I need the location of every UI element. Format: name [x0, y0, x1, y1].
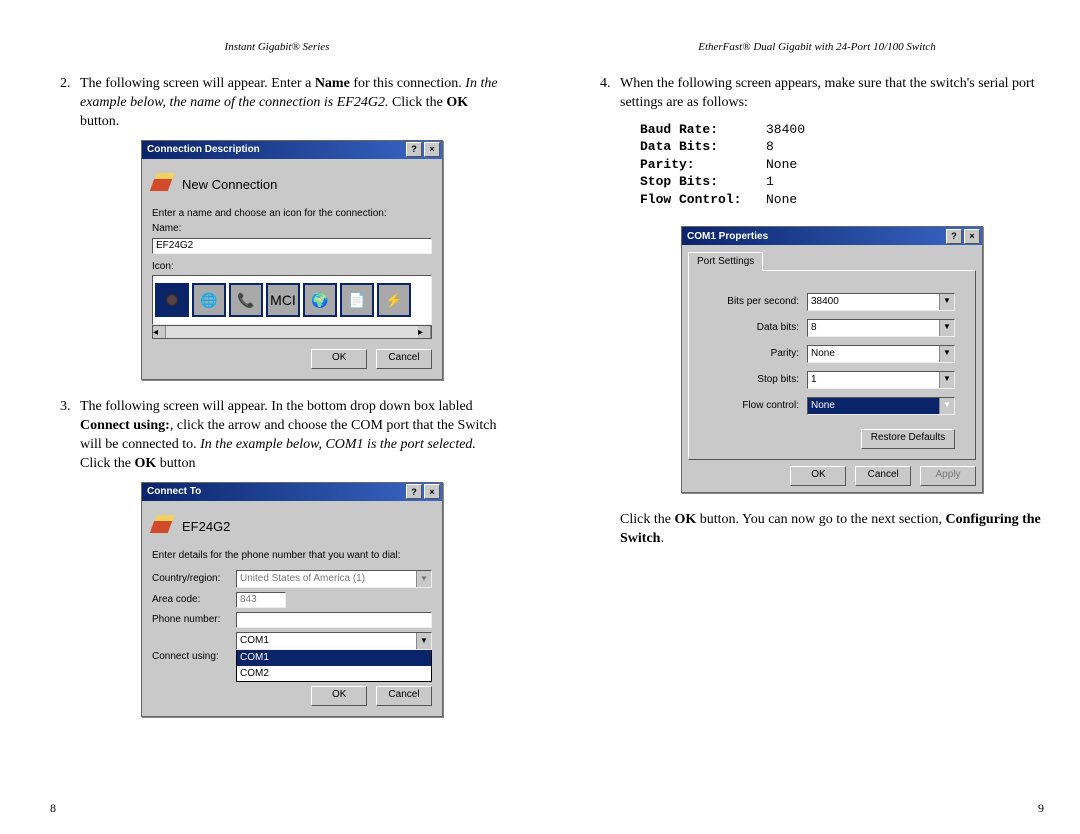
- spec-value: 38400: [766, 122, 805, 137]
- restore-defaults-button[interactable]: Restore Defaults: [861, 429, 955, 449]
- country-label: Country/region:: [152, 572, 236, 586]
- connection-name: EF24G2: [182, 518, 230, 536]
- running-head-left: Instant Gigabit® Series: [50, 40, 504, 55]
- dropdown-option[interactable]: COM1: [237, 650, 431, 666]
- ok-button[interactable]: OK: [311, 349, 367, 369]
- dropdown-option[interactable]: COM2: [237, 666, 431, 682]
- flowcontrol-select[interactable]: None▼: [807, 397, 955, 415]
- cancel-button[interactable]: Cancel: [855, 466, 911, 486]
- conn-icon-option[interactable]: 🌐: [192, 283, 226, 317]
- step-4: When the following screen appears, make …: [614, 75, 1044, 549]
- spec-value: None: [766, 157, 797, 172]
- close-icon[interactable]: ×: [964, 229, 980, 244]
- tab-port-settings[interactable]: Port Settings: [688, 252, 763, 271]
- chevron-down-icon[interactable]: ▼: [939, 372, 954, 388]
- parity-label: Parity:: [709, 347, 807, 361]
- step-2: The following screen will appear. Enter …: [74, 75, 504, 380]
- databits-select[interactable]: 8▼: [807, 319, 955, 337]
- page-left: Instant Gigabit® Series The following sc…: [0, 0, 540, 834]
- cancel-button[interactable]: Cancel: [376, 686, 432, 706]
- spec-value: None: [766, 192, 797, 207]
- spec-key: Parity:: [640, 156, 766, 174]
- name-label: Name:: [152, 222, 432, 236]
- conn-icon-option[interactable]: 📄: [340, 283, 374, 317]
- titlebar[interactable]: Connect To ? ×: [142, 483, 442, 501]
- spec-key: Data Bits:: [640, 138, 766, 156]
- dialog-heading: New Connection: [182, 176, 277, 194]
- help-icon[interactable]: ?: [946, 229, 962, 244]
- close-icon[interactable]: ×: [424, 484, 440, 499]
- step-3: The following screen will appear. In the…: [74, 398, 504, 717]
- conn-icon-option[interactable]: 📞: [229, 283, 263, 317]
- flowcontrol-label: Flow control:: [709, 399, 807, 413]
- dialog-prompt: Enter a name and choose an icon for the …: [152, 207, 432, 221]
- conn-icon-option[interactable]: MCI: [266, 283, 300, 317]
- dialog-title: Connection Description: [147, 143, 260, 157]
- connect-using-select[interactable]: COM1▼: [236, 632, 432, 650]
- cancel-button[interactable]: Cancel: [376, 349, 432, 369]
- connection-icon: [152, 515, 176, 539]
- chevron-down-icon[interactable]: ▼: [939, 294, 954, 310]
- horizontal-scrollbar[interactable]: ◂▸: [152, 325, 432, 339]
- dialog-com1-properties: COM1 Properties ? × Port Settings Bits p…: [681, 226, 983, 493]
- apply-button: Apply: [920, 466, 976, 486]
- icon-label: Icon:: [152, 260, 432, 274]
- conn-icon-option[interactable]: ⚡: [377, 283, 411, 317]
- dialog-title: COM1 Properties: [687, 230, 768, 244]
- bps-label: Bits per second:: [709, 295, 807, 309]
- titlebar[interactable]: COM1 Properties ? ×: [682, 227, 982, 245]
- serial-settings-list: Baud Rate:38400 Data Bits:8 Parity:None …: [640, 121, 1044, 209]
- chevron-down-icon[interactable]: ▼: [939, 346, 954, 362]
- help-icon[interactable]: ?: [406, 484, 422, 499]
- dialog-prompt: Enter details for the phone number that …: [152, 549, 432, 563]
- dialog-connection-description: Connection Description ? × New Connectio…: [141, 140, 443, 381]
- chevron-down-icon[interactable]: ▼: [939, 320, 954, 336]
- parity-select[interactable]: None▼: [807, 345, 955, 363]
- conn-icon-option[interactable]: [155, 283, 189, 317]
- connect-using-dropdown[interactable]: COM1 COM2: [236, 650, 432, 682]
- closing-paragraph: Click the OK button. You can now go to t…: [620, 511, 1044, 549]
- chevron-down-icon[interactable]: ▼: [416, 633, 431, 649]
- dialog-connect-to: Connect To ? × EF24G2 Enter details for …: [141, 482, 443, 718]
- stopbits-select[interactable]: 1▼: [807, 371, 955, 389]
- titlebar[interactable]: Connection Description ? ×: [142, 141, 442, 159]
- help-icon[interactable]: ?: [406, 142, 422, 157]
- phone-input: [236, 612, 432, 628]
- chevron-down-icon: ▼: [416, 571, 431, 587]
- tab-panel: Bits per second:38400▼ Data bits:8▼ Pari…: [688, 270, 976, 460]
- databits-label: Data bits:: [709, 321, 807, 335]
- spec-value: 1: [766, 174, 774, 189]
- stopbits-label: Stop bits:: [709, 373, 807, 387]
- bps-select[interactable]: 38400▼: [807, 293, 955, 311]
- phone-label: Phone number:: [152, 613, 236, 627]
- dialog-title: Connect To: [147, 485, 201, 499]
- page-number-right: 9: [1038, 800, 1044, 816]
- ok-button[interactable]: OK: [311, 686, 367, 706]
- page-number-left: 8: [50, 800, 56, 816]
- spec-key: Baud Rate:: [640, 121, 766, 139]
- area-label: Area code:: [152, 593, 236, 607]
- spec-key: Stop Bits:: [640, 173, 766, 191]
- close-icon[interactable]: ×: [424, 142, 440, 157]
- icon-picker[interactable]: 🌐 📞 MCI 🌍 📄 ⚡: [152, 275, 432, 325]
- spec-value: 8: [766, 139, 774, 154]
- page-right: EtherFast® Dual Gigabit with 24-Port 10/…: [540, 0, 1080, 834]
- ok-button[interactable]: OK: [790, 466, 846, 486]
- area-input: 843: [236, 592, 286, 608]
- connection-icon: [152, 173, 176, 197]
- spec-key: Flow Control:: [640, 191, 766, 209]
- running-head-right: EtherFast® Dual Gigabit with 24-Port 10/…: [590, 40, 1044, 55]
- connect-using-label: Connect using:: [152, 650, 236, 664]
- country-select: United States of America (1)▼: [236, 570, 432, 588]
- chevron-down-icon[interactable]: ▼: [939, 398, 954, 414]
- conn-icon-option[interactable]: 🌍: [303, 283, 337, 317]
- name-input[interactable]: EF24G2: [152, 238, 432, 254]
